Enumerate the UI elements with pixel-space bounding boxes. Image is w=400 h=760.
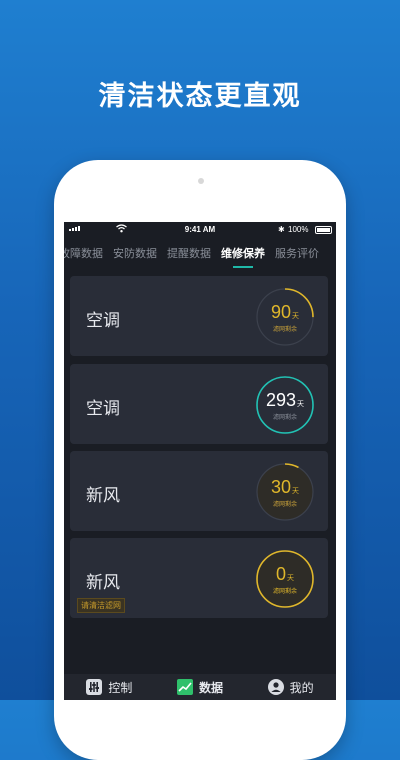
filter-gauge: 30天 滤网剩余 <box>254 461 316 523</box>
days-remaining: 293 <box>265 390 297 410</box>
nav-control[interactable]: 控制 <box>86 679 132 696</box>
filter-gauge: 90天 滤网剩余 <box>254 286 316 348</box>
gauge-caption: 滤网剩余 <box>272 502 297 508</box>
tab-maintenance[interactable]: 维修保养 <box>216 244 270 268</box>
days-unit: 天 <box>292 313 300 320</box>
device-name: 新风 <box>86 486 120 505</box>
tab-security-data[interactable]: 安防数据 <box>108 244 162 268</box>
status-bar: 9:41 AM ✱ 100% <box>64 222 336 238</box>
days-remaining: 0 <box>275 564 286 584</box>
category-tabs: 故障数据 安防数据 提醒数据 维修保养 服务评价 <box>64 244 324 270</box>
device-name: 空调 <box>86 399 120 418</box>
gauge-caption: 滤网剩余 <box>272 327 297 333</box>
days-unit: 天 <box>297 401 305 408</box>
nav-label: 我的 <box>289 680 314 695</box>
days-remaining: 90 <box>270 302 292 322</box>
filter-card-ac-2[interactable]: 空调 293天 滤网剩余 <box>70 364 328 444</box>
user-icon <box>267 679 284 695</box>
filter-gauge: 0天 滤网剩余 <box>254 548 316 610</box>
filter-card-fresh-air-1[interactable]: 新风 30天 滤网剩余 <box>70 451 328 531</box>
headline: 清洁状态更直观 <box>98 81 302 111</box>
phone-speaker <box>198 178 204 184</box>
nav-label: 数据 <box>198 680 223 695</box>
tab-reminder-data[interactable]: 提醒数据 <box>162 244 216 268</box>
tab-service-review[interactable]: 服务评价 <box>270 244 324 268</box>
gauge-caption: 滤网剩余 <box>272 415 297 421</box>
sliders-icon <box>86 679 103 695</box>
tab-fault-data[interactable]: 故障数据 <box>64 244 108 268</box>
nav-label: 控制 <box>108 680 133 695</box>
device-name: 新风 <box>86 573 120 592</box>
days-remaining: 30 <box>270 477 292 497</box>
nav-data[interactable]: 数据 <box>176 679 223 696</box>
days-unit: 天 <box>292 488 300 495</box>
chart-icon <box>176 679 193 695</box>
bottom-nav: 控制 数据 我的 <box>64 674 336 700</box>
battery-icon <box>315 226 332 234</box>
clean-filter-hint: 请清洁滤网 <box>77 598 125 613</box>
filter-card-fresh-air-2[interactable]: 新风 请清洁滤网 0天 滤网剩余 <box>70 538 328 618</box>
battery-percent: 100% <box>288 225 309 234</box>
filter-card-ac-1[interactable]: 空调 90天 滤网剩余 <box>70 276 328 356</box>
device-name: 空调 <box>86 311 120 330</box>
app-screen: 9:41 AM ✱ 100% 故障数据 安防数据 提醒数据 维修保养 服务评价 … <box>64 222 336 700</box>
nav-mine[interactable]: 我的 <box>267 679 314 696</box>
filter-gauge: 293天 滤网剩余 <box>254 374 316 436</box>
gauge-caption: 滤网剩余 <box>272 589 297 595</box>
bluetooth-icon: ✱ <box>278 225 285 234</box>
days-unit: 天 <box>287 575 294 582</box>
